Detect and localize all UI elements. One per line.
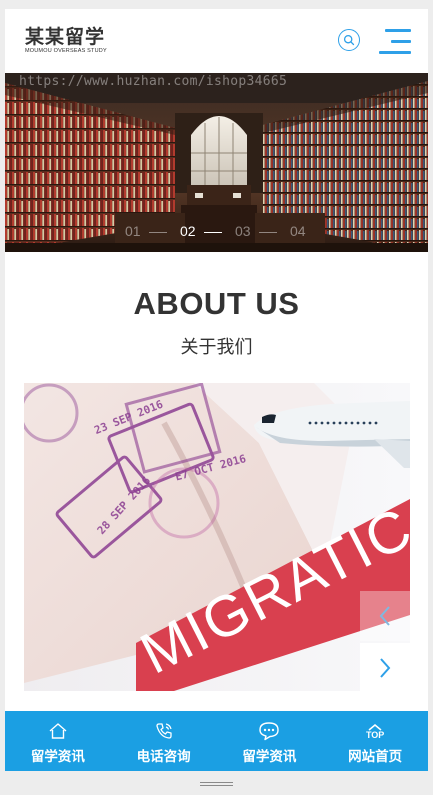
nav-label: 电话咨询 xyxy=(136,749,191,765)
hero-banner[interactable]: https://www.huzhan.com/ishop34665 01 02 … xyxy=(5,73,428,252)
nav-item-home[interactable]: TOP 网站首页 xyxy=(322,711,428,771)
menu-button[interactable] xyxy=(379,29,411,55)
search-icon xyxy=(343,34,355,46)
chat-icon xyxy=(258,720,280,742)
logo-subtitle: MOUMOU OVERSEAS STUDY xyxy=(25,48,107,54)
about-subtitle: 关于我们 xyxy=(180,337,253,358)
nav-label: 留学资讯 xyxy=(30,749,85,765)
top-arrow-icon: TOP xyxy=(366,720,384,742)
slide-divider xyxy=(149,232,167,233)
nav-label: 留学资讯 xyxy=(242,749,297,765)
page: 某某留学 MOUMOU OVERSEAS STUDY https://www.h… xyxy=(5,9,428,771)
nav-item-study-news[interactable]: 留学资讯 xyxy=(5,711,111,771)
slider-prev-button[interactable] xyxy=(360,591,410,641)
slide-pagination: 01 02 03 04 xyxy=(125,223,325,243)
search-button[interactable] xyxy=(338,29,360,51)
nav-item-chat[interactable]: 留学资讯 xyxy=(217,711,323,771)
watermark-text: https://www.huzhan.com/ishop34665 xyxy=(19,74,288,89)
home-icon xyxy=(48,720,68,742)
chevron-right-icon xyxy=(380,658,391,678)
nav-item-phone[interactable]: 电话咨询 xyxy=(111,711,217,771)
slide-divider xyxy=(259,232,277,233)
logo-title: 某某留学 xyxy=(25,26,106,48)
logo[interactable]: 某某留学 MOUMOU OVERSEAS STUDY xyxy=(25,26,107,54)
hamburger-menu-icon xyxy=(385,29,411,32)
slide-divider xyxy=(204,232,222,233)
about-title: ABOUT US xyxy=(133,286,300,321)
bottom-nav: 留学资讯 电话咨询 留学资讯 TOP 网站首页 xyxy=(5,711,428,771)
hamburger-line xyxy=(391,40,411,43)
slide-dot-3[interactable]: 03 xyxy=(235,223,251,239)
chevron-left-icon xyxy=(379,606,390,626)
top-label: TOP xyxy=(365,729,385,740)
phone-icon xyxy=(154,720,174,742)
slide-dot-4[interactable]: 04 xyxy=(290,223,306,239)
slide-dot-1[interactable]: 01 xyxy=(125,223,141,239)
header: 某某留学 MOUMOU OVERSEAS STUDY xyxy=(5,9,428,73)
slide-dot-2[interactable]: 02 xyxy=(180,223,196,239)
hamburger-line xyxy=(379,51,411,54)
about-photo: 23 SEP 2016 28 SEP 2016 E7 OCT 2016 MIGR… xyxy=(24,383,410,691)
nav-label: 网站首页 xyxy=(348,749,403,765)
slider-next-button[interactable] xyxy=(360,643,410,693)
home-indicator xyxy=(200,782,233,786)
